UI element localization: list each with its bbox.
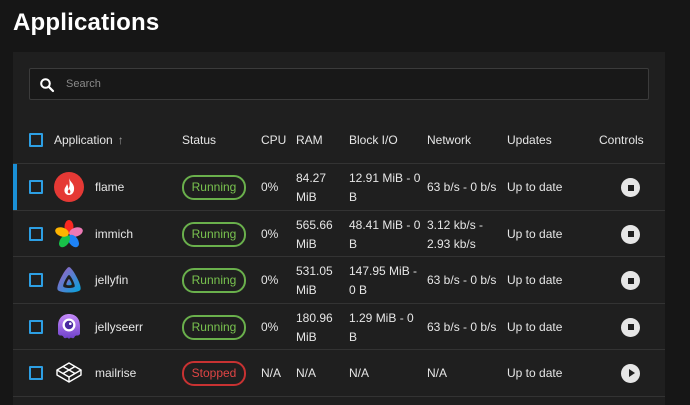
network-value: N/A — [427, 366, 448, 380]
search-icon — [40, 78, 55, 93]
column-status[interactable]: Status — [182, 133, 216, 147]
mailrise-icon — [56, 362, 82, 383]
block-io-value: 12.91 MiB - 0 B — [349, 171, 421, 204]
network-value: 63 b/s - 0 b/s — [427, 180, 497, 194]
column-application[interactable]: Application ↑ — [54, 133, 124, 147]
start-button[interactable] — [621, 364, 640, 383]
updates-value: Up to date — [507, 180, 563, 194]
column-ram[interactable]: RAM — [296, 133, 323, 147]
cpu-value: 0% — [261, 226, 279, 241]
status-badge: Running — [182, 221, 246, 247]
table-row[interactable]: mailrise Stopped N/A N/A N/A N/A Up to d… — [13, 350, 665, 397]
ram-value: N/A — [296, 366, 317, 380]
network-value: 3.12 kb/s - 2.93 kb/s — [427, 217, 484, 251]
updates-value: Up to date — [507, 273, 563, 287]
row-checkbox[interactable] — [29, 226, 43, 241]
network-value: 63 b/s - 0 b/s — [427, 319, 497, 334]
app-name[interactable]: mailrise — [95, 366, 136, 380]
app-name[interactable]: flame — [95, 180, 124, 194]
block-io-value: N/A — [349, 366, 370, 380]
sort-ascending-icon[interactable]: ↑ — [118, 133, 124, 147]
column-network[interactable]: Network — [427, 133, 471, 147]
stop-icon — [627, 231, 634, 237]
select-all-checkbox[interactable] — [29, 133, 43, 147]
stop-button[interactable] — [621, 178, 640, 197]
flame-icon — [54, 172, 84, 202]
stop-button[interactable] — [621, 271, 640, 290]
stop-icon — [627, 184, 634, 191]
table-header: Application ↑ Status CPU RAM Block I/O Ne… — [13, 116, 665, 164]
updates-value: Up to date — [507, 366, 563, 380]
column-updates[interactable]: Updates — [507, 133, 552, 147]
block-io-value: 147.95 MiB - 0 B — [349, 264, 418, 297]
ram-value: 531.05 MiB — [296, 264, 333, 297]
page-title: Applications — [13, 9, 160, 36]
block-io-value: 48.41 MiB - 0 B — [349, 217, 421, 251]
row-checkbox[interactable] — [29, 180, 43, 194]
stop-button[interactable] — [621, 317, 640, 337]
cpu-value: 0% — [261, 180, 279, 194]
cpu-value: N/A — [261, 366, 282, 380]
app-name[interactable]: jellyfin — [95, 273, 128, 287]
stop-icon — [627, 324, 634, 330]
table-row[interactable]: immich Running 0% 565.66 MiB 48.41 MiB -… — [13, 211, 665, 257]
applications-card: Application↑ Status CPU RAM Block I/O Ne… — [13, 52, 665, 405]
row-checkbox[interactable] — [29, 273, 43, 287]
column-cpu[interactable]: CPU — [261, 133, 286, 147]
play-icon — [628, 369, 635, 377]
search-input[interactable] — [66, 69, 636, 99]
updates-value: Up to date — [507, 319, 563, 334]
jellyfin-icon — [57, 267, 81, 293]
column-block-io[interactable]: Block I/O — [349, 133, 398, 147]
immich-icon — [55, 219, 83, 247]
row-checkbox[interactable] — [29, 319, 43, 334]
table-row[interactable]: jellyfin Running 0% 531.05 MiB 147.95 Mi… — [13, 257, 665, 304]
stop-button[interactable] — [621, 224, 640, 244]
app-name[interactable]: jellyseerr — [95, 320, 143, 334]
updates-value: Up to date — [507, 226, 563, 241]
block-io-value: 1.29 MiB - 0 B — [349, 310, 414, 344]
network-value: 63 b/s - 0 b/s — [427, 273, 497, 287]
ram-value: 180.96 MiB — [296, 310, 333, 344]
status-badge: Running — [182, 175, 246, 200]
cpu-value: 0% — [261, 273, 279, 287]
jellyseerr-icon — [58, 313, 80, 339]
status-badge: Running — [182, 268, 246, 293]
ram-value: 565.66 MiB — [296, 217, 333, 251]
stop-icon — [627, 277, 634, 284]
ram-value: 84.27 MiB — [296, 171, 327, 204]
status-badge: Stopped — [182, 361, 246, 386]
app-name[interactable]: immich — [95, 227, 133, 241]
status-badge: Running — [182, 314, 246, 340]
column-controls: Controls — [599, 133, 644, 147]
table-row[interactable]: jellyseerr Running 0% 180.96 MiB 1.29 Mi… — [13, 304, 665, 350]
applications-table: Application ↑ Status CPU RAM Block I/O Ne… — [13, 116, 665, 397]
row-checkbox[interactable] — [29, 366, 43, 380]
search-box[interactable] — [29, 68, 649, 100]
table-row[interactable]: flame Running 0% 84.27 MiB 12.91 MiB - 0… — [13, 164, 665, 211]
cpu-value: 0% — [261, 319, 279, 334]
